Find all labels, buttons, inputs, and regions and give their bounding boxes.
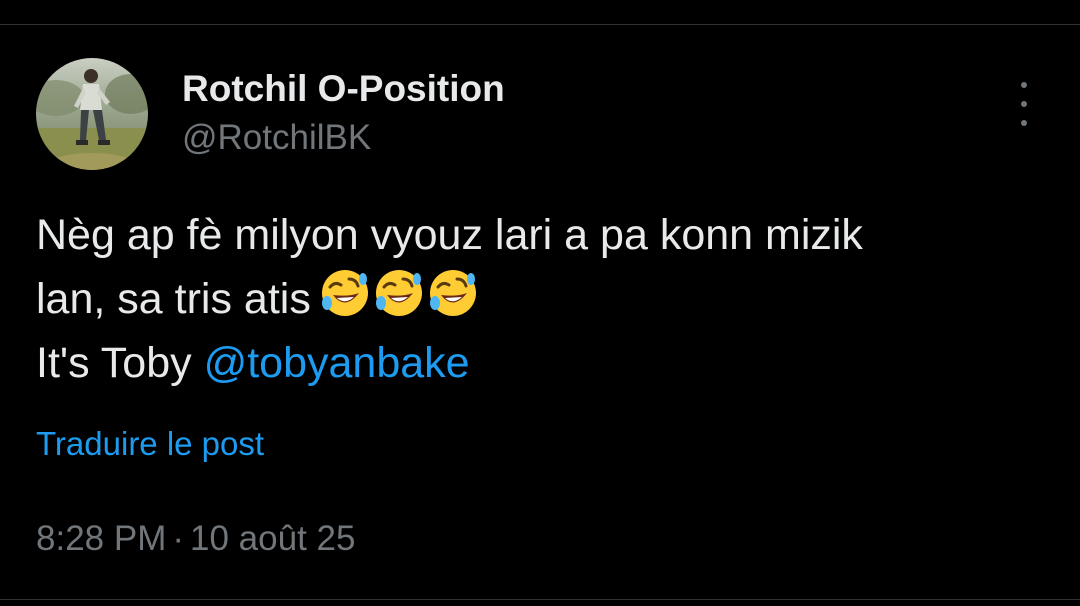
timestamp: 8:28 PM · 10 août 25 [36,519,355,559]
timestamp-separator: · [172,519,185,558]
profile-photo-icon [36,58,148,170]
more-vertical-icon [1021,82,1027,88]
tweet-text-line-3-text: It's Toby [36,339,204,387]
translate-post-link[interactable]: Traduire le post [36,425,264,463]
tweet-text: Nèg ap fè milyon vyouz lari a pa konn mi… [36,203,1046,395]
author-handle[interactable]: @RotchilBK [182,118,371,158]
tweet-text-line-1: Nèg ap fè milyon vyouz lari a pa konn mi… [36,211,863,259]
timestamp-time[interactable]: 8:28 PM [36,519,166,558]
author-display-name[interactable]: Rotchil O-Position [182,68,505,110]
tweet-text-line-2: lan, sa tris atis [36,267,1046,331]
tweet-text-line-2-text: lan, sa tris atis [36,275,311,323]
mention-link[interactable]: @tobyanbake [204,339,470,387]
rofl-emoji-icon [429,270,476,316]
rofl-emoji-icon [375,270,422,316]
bottom-divider [0,599,1080,600]
avatar[interactable] [36,58,148,170]
rofl-emoji-icon [321,270,368,316]
timestamp-date[interactable]: 10 août 25 [190,519,355,558]
more-vertical-icon-dot [1021,101,1027,107]
top-divider [0,24,1080,25]
tweet-text-line-3: It's Toby @tobyanbake [36,331,1046,395]
more-options-button[interactable] [1004,82,1044,126]
more-vertical-icon-dot [1021,120,1027,126]
emoji-group [319,267,479,319]
